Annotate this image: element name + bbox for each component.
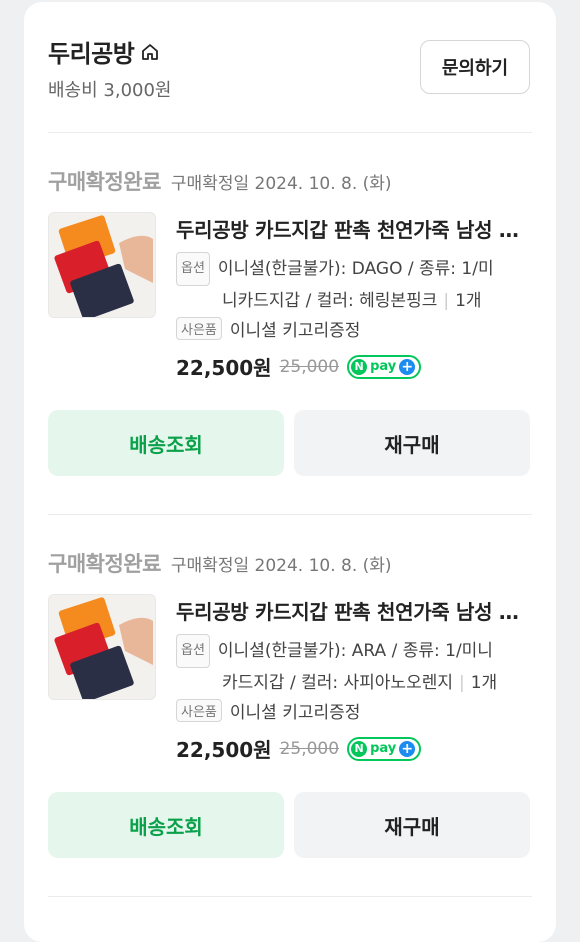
confirm-date: 구매확정일 2024. 10. 8. (화) — [170, 556, 392, 576]
quantity: 1개 — [470, 673, 498, 693]
gift-info: 사은품 이니셜 키고리증정 — [176, 316, 360, 341]
confirm-date: 구매확정일 2024. 10. 8. (화) — [170, 174, 392, 194]
store-name[interactable]: 두리공방 — [48, 34, 160, 69]
gift-info: 사은품 이니셜 키고리증정 — [176, 698, 360, 723]
product-option: 옵션 이니셜(한글불가): DAGO / 종류: 1/미 니카드지갑 / 컬러: … — [176, 252, 536, 316]
quantity: 1개 — [455, 291, 482, 311]
sale-price: 22,500원 — [176, 738, 272, 762]
sale-price: 22,500원 — [176, 356, 272, 380]
npay-plus-badge: Npay + — [347, 354, 422, 379]
gift-text: 이니셜 키고리증정 — [229, 321, 361, 341]
divider — [48, 132, 532, 133]
option-line2: 니카드지갑 / 컬러: 헤링본핑크 — [222, 291, 438, 311]
price-row: 22,500원 25,000 Npay + — [176, 734, 422, 763]
store-name-text: 두리공방 — [48, 40, 135, 68]
status-line: 구매확정완료 구매확정일 2024. 10. 8. (화) — [48, 166, 392, 196]
original-price: 25,000 — [279, 356, 340, 377]
product-option: 옵션 이니셜(한글불가): ARA / 종류: 1/미니 카드지갑 / 컬러: 사… — [176, 634, 536, 698]
gift-tag: 사은품 — [176, 699, 222, 722]
option-tag: 옵션 — [176, 252, 210, 286]
option-line2: 카드지갑 / 컬러: 사피아노오렌지 — [222, 673, 453, 693]
product-thumbnail[interactable] — [48, 212, 156, 318]
price-row: 22,500원 25,000 Npay + — [176, 352, 422, 381]
npay-n-icon: N — [351, 358, 368, 375]
option-line1: 이니셜(한글불가): DAGO / 종류: 1/미 — [217, 259, 494, 279]
product-title[interactable]: 두리공방 카드지갑 판촉 천연가죽 남성 여성 이니셜 각인 명함지갑 — [176, 596, 532, 625]
product-title[interactable]: 두리공방 카드지갑 판촉 천연가죽 남성 여성 이니셜 각인 명함지갑 — [176, 214, 532, 243]
npay-n-icon: N — [351, 740, 368, 757]
npay-text: pay — [370, 359, 397, 374]
order-status: 구매확정완료 — [48, 170, 161, 194]
track-delivery-button[interactable]: 배송조회 — [48, 792, 284, 858]
divider — [48, 514, 532, 515]
npay-plus-icon: + — [399, 740, 416, 757]
original-price: 25,000 — [279, 738, 340, 759]
home-icon — [142, 43, 159, 60]
product-thumbnail[interactable] — [48, 594, 156, 700]
option-tag: 옵션 — [176, 634, 210, 668]
gift-tag: 사은품 — [176, 317, 222, 340]
divider — [48, 896, 532, 897]
track-delivery-button[interactable]: 배송조회 — [48, 410, 284, 476]
gift-text: 이니셜 키고리증정 — [229, 703, 361, 723]
status-line: 구매확정완료 구매확정일 2024. 10. 8. (화) — [48, 548, 392, 578]
reorder-button[interactable]: 재구매 — [294, 410, 530, 476]
reorder-button[interactable]: 재구매 — [294, 792, 530, 858]
npay-plus-badge: Npay + — [347, 736, 422, 761]
option-line1: 이니셜(한글불가): ARA / 종류: 1/미니 — [217, 641, 493, 661]
inquiry-button[interactable]: 문의하기 — [420, 40, 530, 94]
npay-text: pay — [370, 741, 397, 756]
order-status: 구매확정완료 — [48, 552, 161, 576]
npay-plus-icon: + — [399, 358, 416, 375]
store-order-card: 두리공방 배송비 3,000원 문의하기 구매확정완료 구매확정일 2024. … — [24, 2, 556, 942]
shipping-fee: 배송비 3,000원 — [48, 80, 172, 101]
